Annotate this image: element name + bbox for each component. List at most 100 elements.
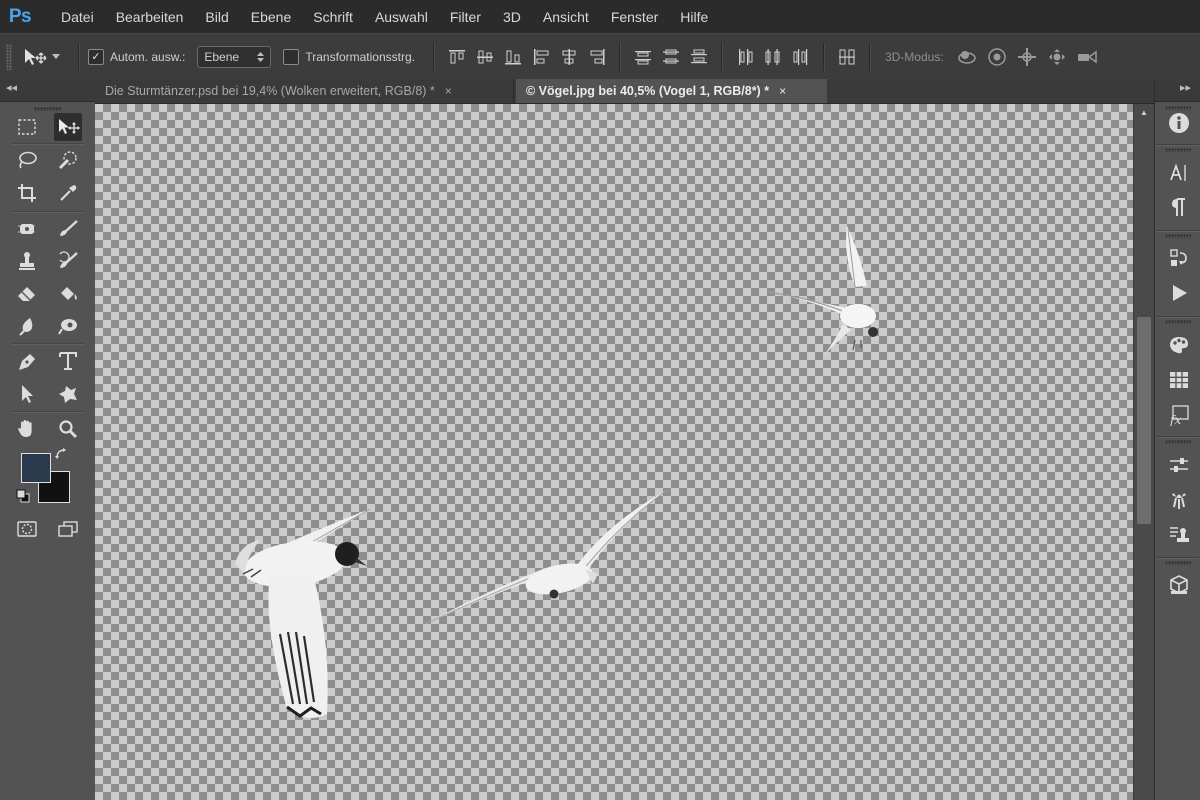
menu-filter[interactable]: Filter <box>450 9 481 25</box>
auto-align-layers-button[interactable] <box>837 46 857 68</box>
align-bottom-edges-button[interactable] <box>503 46 523 68</box>
quick-selection-tool[interactable] <box>54 146 82 174</box>
panel-group-grip[interactable] <box>1165 561 1191 565</box>
3d-roll-button[interactable] <box>986 46 1008 68</box>
menu-datei[interactable]: Datei <box>61 9 94 25</box>
3d-panel-button[interactable] <box>1165 571 1193 599</box>
play-icon <box>1168 282 1190 304</box>
brush-tool[interactable] <box>54 215 82 243</box>
document-tab-voegel[interactable]: © Vögel.jpg bei 40,5% (Vogel 1, RGB/8*) … <box>516 79 827 103</box>
lasso-tool[interactable] <box>13 146 41 174</box>
3d-pan-button[interactable] <box>1016 46 1038 68</box>
3d-slide-button[interactable] <box>1046 46 1068 68</box>
align-horizontal-centers-button[interactable] <box>559 46 579 68</box>
document-tab-sturmtaenzer[interactable]: Die Sturmtänzer.psd bei 19,4% (Wolken er… <box>95 79 514 103</box>
zoom-tool[interactable] <box>54 415 82 443</box>
spot-healing-brush-tool[interactable] <box>13 215 41 243</box>
panel-group-grip[interactable] <box>1165 148 1191 152</box>
eyedropper-tool[interactable] <box>54 179 82 207</box>
clone-stamp-tool[interactable] <box>13 247 41 275</box>
path-selection-tool[interactable] <box>13 380 41 408</box>
menu-schrift[interactable]: Schrift <box>313 9 353 25</box>
menu-auswahl[interactable]: Auswahl <box>375 9 428 25</box>
foreground-color-swatch[interactable] <box>21 453 51 483</box>
document-canvas[interactable] <box>95 104 1133 800</box>
transform-controls-checkbox[interactable] <box>283 49 300 65</box>
align-top-edges-button[interactable] <box>447 46 467 68</box>
info-panel-button[interactable] <box>1165 109 1193 137</box>
collapse-icon[interactable]: ◂◂ <box>6 81 17 94</box>
panel-group-grip[interactable] <box>1165 320 1191 324</box>
menu-fenster[interactable]: Fenster <box>611 9 658 25</box>
distribute-vertical-centers-button[interactable] <box>661 46 681 68</box>
distribute-left-edges-button[interactable] <box>735 46 755 68</box>
crop-tool[interactable] <box>13 179 41 207</box>
menu-ebene[interactable]: Ebene <box>251 9 291 25</box>
scroll-up-arrow[interactable]: ▲ <box>1140 108 1148 117</box>
app-logo[interactable]: Ps <box>0 0 40 33</box>
document-tab-bar: Die Sturmtänzer.psd bei 19,4% (Wolken er… <box>95 79 1154 104</box>
options-bar-grip[interactable] <box>6 44 12 70</box>
separator <box>720 43 723 71</box>
droplet-icon <box>16 316 38 336</box>
tool-preset-picker[interactable] <box>22 46 60 68</box>
transform-controls-label: Transformationsstrg. <box>305 50 415 64</box>
3d-scale-button[interactable] <box>1076 46 1098 68</box>
history-brush-tool[interactable] <box>54 247 82 275</box>
swatches-panel-button[interactable] <box>1165 366 1193 394</box>
panel-dock-header[interactable]: ▸▸ <box>1155 79 1200 102</box>
panel-group-separator <box>1157 144 1199 146</box>
paint-bucket-tool[interactable] <box>54 279 82 307</box>
align-left-edges-button[interactable] <box>531 46 551 68</box>
distribute-top-edges-button[interactable] <box>633 46 653 68</box>
default-colors-button[interactable] <box>14 487 32 505</box>
styles-panel-button[interactable]: fx <box>1165 401 1193 429</box>
menu-bild[interactable]: Bild <box>205 9 228 25</box>
panel-group-grip[interactable] <box>1165 234 1191 238</box>
align-right-edges-button[interactable] <box>587 46 607 68</box>
actions-panel-button[interactable] <box>1165 279 1193 307</box>
pen-tool[interactable] <box>13 347 41 375</box>
tools-panel-grip[interactable] <box>33 107 62 111</box>
scrollbar-thumb[interactable] <box>1137 317 1151 524</box>
screen-mode-button[interactable] <box>54 515 82 543</box>
history-icon <box>1168 247 1190 269</box>
clone-source-panel-button[interactable] <box>1165 521 1193 549</box>
gull-middle <box>424 489 668 625</box>
brush-presets-panel-button[interactable] <box>1165 486 1193 514</box>
history-panel-button[interactable] <box>1165 244 1193 272</box>
quick-mask-button[interactable] <box>13 515 41 543</box>
menu-ansicht[interactable]: Ansicht <box>543 9 589 25</box>
adjustments-panel-button[interactable] <box>1165 451 1193 479</box>
menu-bearbeiten[interactable]: Bearbeiten <box>116 9 184 25</box>
distribute-horizontal-centers-button[interactable] <box>763 46 783 68</box>
swap-colors-button[interactable] <box>52 445 70 463</box>
auto-select-target-dropdown[interactable]: Ebene <box>197 46 272 68</box>
menu-3d[interactable]: 3D <box>503 9 521 25</box>
clone-source-icon <box>1168 524 1190 546</box>
hand-tool[interactable] <box>13 415 41 443</box>
paragraph-panel-button[interactable] <box>1165 193 1193 221</box>
eraser-tool[interactable] <box>13 279 41 307</box>
panel-group-separator <box>1157 557 1199 559</box>
move-tool[interactable] <box>54 113 82 141</box>
expand-panels-icon[interactable]: ▸▸ <box>1180 81 1191 94</box>
menu-hilfe[interactable]: Hilfe <box>680 9 708 25</box>
auto-select-checkbox[interactable]: ✓ <box>88 49 104 65</box>
type-tool[interactable] <box>54 347 82 375</box>
character-panel-button[interactable] <box>1165 159 1193 187</box>
color-panel-button[interactable] <box>1165 331 1193 359</box>
vertical-scrollbar[interactable]: ▲ <box>1133 104 1155 800</box>
3d-rotate-button[interactable] <box>956 46 978 68</box>
close-icon[interactable]: × <box>445 84 452 98</box>
tools-panel-header[interactable]: ◂◂ <box>0 79 95 102</box>
custom-shape-tool[interactable] <box>54 380 82 408</box>
dodge-tool[interactable] <box>54 312 82 340</box>
distribute-right-edges-button[interactable] <box>791 46 811 68</box>
blur-tool[interactable] <box>13 312 41 340</box>
close-icon[interactable]: × <box>779 84 786 98</box>
align-vertical-centers-button[interactable] <box>475 46 495 68</box>
rectangular-marquee-tool[interactable] <box>13 113 41 141</box>
panel-group-grip[interactable] <box>1165 440 1191 444</box>
distribute-bottom-edges-button[interactable] <box>689 46 709 68</box>
